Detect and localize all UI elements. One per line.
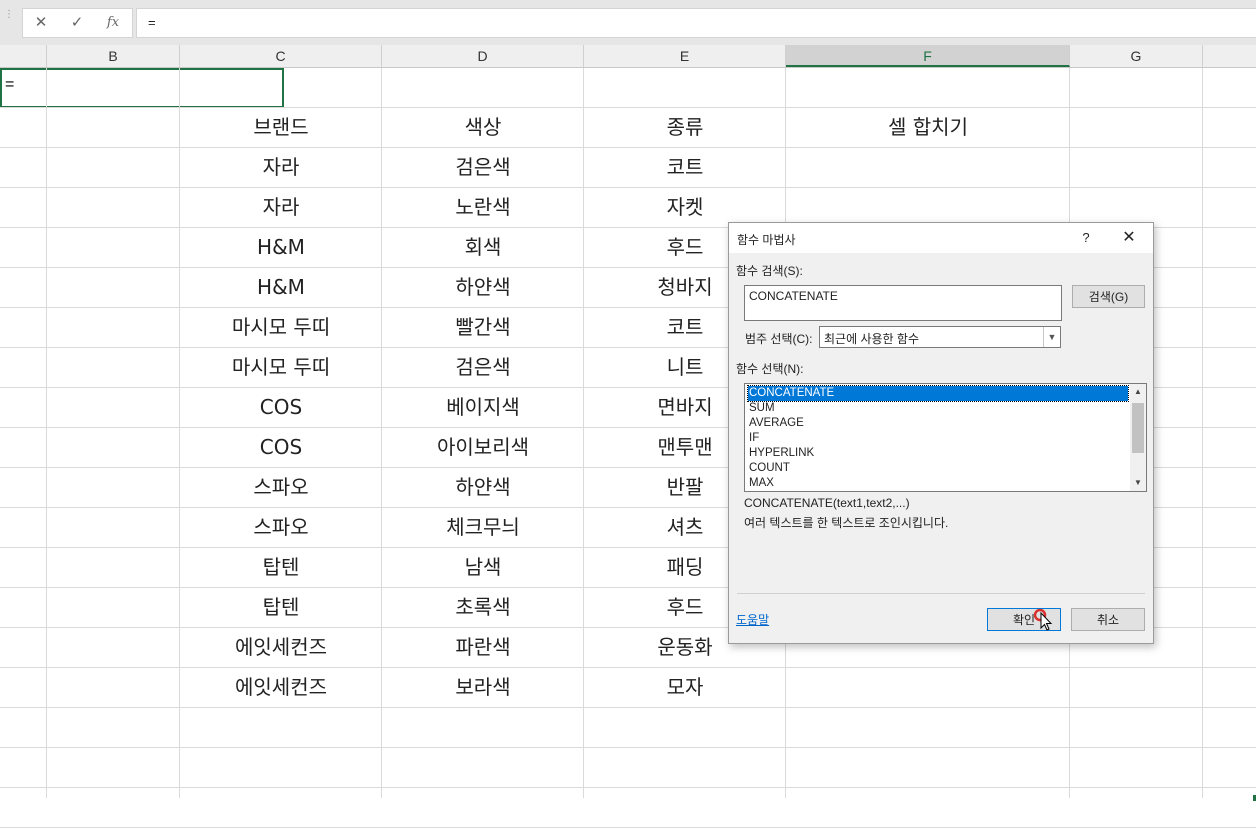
category-label: 범주 선택(C): [745, 332, 813, 346]
category-select[interactable]: 최근에 사용한 함수 ▼ [819, 326, 1061, 348]
search-value: CONCATENATE [749, 289, 838, 303]
function-item-hyperlink[interactable]: HYPERLINK [748, 446, 1128, 461]
cell-f3[interactable]: 셀 합치기 [786, 107, 1070, 147]
cell-d10[interactable]: 베이지색 [382, 387, 584, 427]
cell-e17[interactable]: 모자 [584, 667, 786, 707]
scroll-up-icon[interactable]: ▲ [1130, 384, 1146, 400]
function-signature: CONCATENATE(text1,text2,...) [744, 496, 910, 510]
cell-f5[interactable] [786, 187, 1070, 227]
cell-c4[interactable]: 자라 [180, 147, 382, 187]
function-item-sum[interactable]: SUM [748, 401, 1128, 416]
cell-f2[interactable] [786, 67, 1070, 107]
category-value: 최근에 사용한 함수 [824, 332, 919, 346]
function-item-average[interactable]: AVERAGE [748, 416, 1128, 431]
cell-d7[interactable]: 하얀색 [382, 267, 584, 307]
scroll-thumb[interactable] [1132, 403, 1144, 453]
cell-d11[interactable]: 아이보리색 [382, 427, 584, 467]
column-header-a-partial[interactable] [0, 45, 47, 67]
cell-c5[interactable]: 자라 [180, 187, 382, 227]
function-select-label: 함수 선택(N): [736, 362, 804, 376]
cell-c2[interactable] [180, 67, 382, 107]
function-item-max[interactable]: MAX [748, 476, 1128, 491]
cell-d8[interactable]: 빨간색 [382, 307, 584, 347]
column-header-g[interactable]: G [1070, 45, 1203, 67]
function-description: 여러 텍스트를 한 텍스트로 조인시킵니다. [744, 516, 949, 530]
dialog-titlebar[interactable]: 함수 마법사 ? ✕ [729, 223, 1153, 253]
cell-c10[interactable]: COS [180, 387, 382, 427]
cell-e2[interactable] [584, 67, 786, 107]
enter-icon[interactable]: ✓ [59, 9, 95, 37]
cell-d13[interactable]: 체크무늬 [382, 507, 584, 547]
formula-text: = [148, 15, 156, 30]
function-list[interactable]: CONCATENATE SUM AVERAGE IF HYPERLINK COU… [744, 383, 1147, 492]
insert-function-icon[interactable]: fx [95, 9, 131, 37]
formula-input[interactable]: = [136, 8, 1256, 38]
column-header-f[interactable]: F [786, 45, 1070, 67]
grid-column-line [46, 68, 47, 798]
dialog-title: 함수 마법사 [737, 233, 796, 247]
function-item-if[interactable]: IF [748, 431, 1128, 446]
cell-c3[interactable]: 브랜드 [180, 107, 382, 147]
cell-c11[interactable]: COS [180, 427, 382, 467]
chevron-down-icon[interactable]: ▼ [1043, 327, 1060, 347]
column-header-d[interactable]: D [382, 45, 584, 67]
function-list-scrollbar[interactable]: ▲ ▼ [1130, 384, 1146, 491]
cell-d5[interactable]: 노란색 [382, 187, 584, 227]
cell-d2[interactable] [382, 67, 584, 107]
function-item-concatenate[interactable]: CONCATENATE [747, 385, 1129, 402]
grip-icon: ⋮ [4, 9, 14, 20]
column-header-h-partial[interactable] [1203, 45, 1256, 67]
cell-c16[interactable]: 에잇세컨즈 [180, 627, 382, 667]
cell-d16[interactable]: 파란색 [382, 627, 584, 667]
cell-d4[interactable]: 검은색 [382, 147, 584, 187]
cell-e4[interactable]: 코트 [584, 147, 786, 187]
cell-c12[interactable]: 스파오 [180, 467, 382, 507]
cell-d9[interactable]: 검은색 [382, 347, 584, 387]
help-link[interactable]: 도움말 [736, 611, 769, 628]
active-cell-text: = [5, 76, 15, 93]
cell-d14[interactable]: 남색 [382, 547, 584, 587]
fill-handle[interactable] [1252, 794, 1256, 802]
formula-bar: ⋮ ✕ ✓ fx = [0, 0, 1256, 45]
column-headers: B C D E F G [0, 45, 1256, 68]
cell-d15[interactable]: 초록색 [382, 587, 584, 627]
function-item-count[interactable]: COUNT [748, 461, 1128, 476]
formula-buttons: ✕ ✓ fx [22, 8, 133, 38]
cell-c17[interactable]: 에잇세컨즈 [180, 667, 382, 707]
divider [737, 593, 1145, 594]
cell-d12[interactable]: 하얀색 [382, 467, 584, 507]
cell-c14[interactable]: 탑텐 [180, 547, 382, 587]
search-button[interactable]: 검색(G) [1072, 285, 1145, 308]
function-wizard-dialog: 함수 마법사 ? ✕ 함수 검색(S): CONCATENATE 검색(G) 범… [728, 222, 1154, 644]
mouse-pointer-icon [1034, 609, 1053, 631]
cell-e5[interactable]: 자켓 [584, 187, 786, 227]
help-icon[interactable]: ? [1075, 227, 1097, 249]
cell-d6[interactable]: 회색 [382, 227, 584, 267]
close-icon[interactable]: ✕ [1117, 227, 1141, 249]
grid-row-line [0, 747, 1256, 748]
cell-c13[interactable]: 스파오 [180, 507, 382, 547]
column-header-e[interactable]: E [584, 45, 786, 67]
cell-c7[interactable]: H&M [180, 267, 382, 307]
cancel-button[interactable]: 취소 [1071, 608, 1145, 631]
cell-e3[interactable]: 종류 [584, 107, 786, 147]
grid-row-line [0, 787, 1256, 788]
cell-c8[interactable]: 마시모 두띠 [180, 307, 382, 347]
cell-d3[interactable]: 색상 [382, 107, 584, 147]
scroll-down-icon[interactable]: ▼ [1130, 475, 1146, 491]
cell-f17[interactable] [786, 667, 1070, 707]
cancel-icon[interactable]: ✕ [23, 9, 59, 37]
cell-c15[interactable]: 탑텐 [180, 587, 382, 627]
cell-c9[interactable]: 마시모 두띠 [180, 347, 382, 387]
cell-c6[interactable]: H&M [180, 227, 382, 267]
function-search-input[interactable]: CONCATENATE [744, 285, 1062, 321]
grid-column-line [1202, 68, 1203, 798]
column-header-c[interactable]: C [180, 45, 382, 67]
cell-d17[interactable]: 보라색 [382, 667, 584, 707]
search-label: 함수 검색(S): [736, 264, 803, 278]
grid-row-line [0, 707, 1256, 708]
column-header-b[interactable]: B [47, 45, 180, 67]
